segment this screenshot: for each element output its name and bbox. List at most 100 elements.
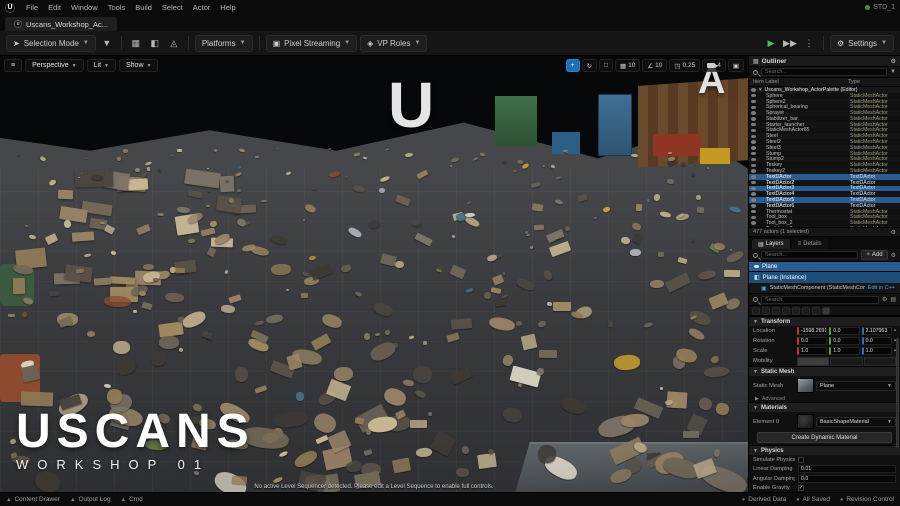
details-filter-chip[interactable] — [802, 307, 810, 315]
visibility-eye-icon[interactable] — [751, 221, 756, 225]
visibility-eye-icon[interactable] — [751, 100, 756, 104]
section-physics[interactable]: ▼ Physics — [749, 445, 900, 455]
outliner-search-input[interactable] — [761, 68, 887, 76]
platforms-dropdown[interactable]: Platforms ▼ — [195, 35, 253, 52]
x-value-field[interactable]: 1.0 — [797, 347, 827, 355]
visibility-eye-icon[interactable] — [751, 158, 756, 162]
show-dropdown[interactable]: Show ▼ — [119, 59, 158, 72]
view-mode-dropdown[interactable]: Lit ▼ — [87, 59, 116, 72]
scale-snap-toggle[interactable]: ◳0.25 — [669, 59, 700, 72]
visibility-eye-icon[interactable] — [751, 123, 756, 127]
camera-speed-button[interactable]: 4 — [702, 59, 726, 72]
create-dynamic-material-button[interactable]: Create Dynamic Material — [757, 432, 892, 443]
landscape-mode-icon[interactable]: ◧ — [147, 35, 163, 51]
visibility-eye-icon[interactable] — [751, 140, 756, 144]
details-filter-chip[interactable] — [812, 307, 820, 315]
lock-icon[interactable]: ▪ — [894, 328, 896, 334]
visibility-eye-icon[interactable] — [751, 204, 756, 208]
outliner-tree[interactable]: ▼ Uscans_Workshop_ActorPalette (Editor) … — [749, 87, 900, 227]
visibility-eye-icon[interactable] — [751, 94, 756, 98]
statusbar-item[interactable]: ▲ Output Log — [70, 496, 111, 503]
statusbar-item[interactable]: ● All Saved — [796, 496, 830, 503]
visibility-eye-icon[interactable] — [751, 152, 756, 156]
column-type[interactable]: Type — [848, 79, 896, 85]
visibility-eye-icon[interactable] — [751, 106, 756, 110]
details-filter-chip[interactable] — [772, 307, 780, 315]
settings-dropdown[interactable]: ⚙ Settings ▼ — [830, 35, 894, 52]
outliner-settings-icon[interactable]: ⚙ — [891, 58, 896, 65]
menu-item[interactable]: Select — [157, 3, 188, 12]
details-search-input[interactable] — [761, 296, 879, 304]
visibility-eye-icon[interactable] — [751, 198, 756, 202]
x-value-field[interactable]: -1598.269133 — [797, 327, 827, 335]
details-scrollbar[interactable] — [896, 338, 899, 448]
transform-label[interactable]: Rotation — [753, 338, 795, 344]
component-root-row[interactable]: ◧ Plane (Instance) — [749, 272, 900, 283]
physics-value-field[interactable]: 0.0 — [798, 475, 896, 483]
visibility-eye-icon[interactable] — [751, 111, 756, 115]
checkbox[interactable] — [798, 485, 804, 491]
details-filter-chip[interactable] — [822, 307, 830, 315]
menu-item[interactable]: Tools — [103, 3, 131, 12]
menu-item[interactable]: Actor — [188, 3, 216, 12]
layers-settings-icon[interactable]: ⚙ — [891, 252, 896, 259]
column-item-label[interactable]: Item Label — [753, 79, 848, 85]
z-value-field[interactable]: 0.0 — [862, 337, 892, 345]
visibility-eye-icon[interactable] — [751, 210, 756, 214]
frame-skip-button[interactable]: ▶▶ — [782, 35, 798, 51]
rotate-tool-icon[interactable]: ↻ — [582, 59, 597, 72]
visibility-eye-icon[interactable] — [754, 265, 759, 269]
mobility-option[interactable] — [864, 357, 896, 366]
section-transform[interactable]: ▼ Transform — [749, 316, 900, 326]
layers-search-input[interactable] — [761, 251, 858, 259]
viewport-options-button[interactable]: ≡ — [4, 59, 22, 72]
details-filter-chip[interactable] — [752, 307, 760, 315]
static-mesh-thumbnail[interactable] — [797, 378, 814, 393]
details-gear-icon[interactable]: ⚙ — [882, 296, 887, 303]
component-child-row[interactable]: ▣ StaticMeshComponent (StaticMeshCompone… — [749, 283, 900, 294]
visibility-eye-icon[interactable] — [751, 216, 756, 220]
y-value-field[interactable]: 0.0 — [829, 337, 859, 345]
tab-details[interactable]: ≡ Details — [792, 239, 828, 249]
section-materials[interactable]: ▼ Materials — [749, 402, 900, 412]
selection-mode-dropdown[interactable]: ➤ Selection Mode ▼ — [6, 35, 96, 52]
maximize-viewport-icon[interactable]: ▣ — [728, 59, 744, 72]
menu-item[interactable]: Help — [215, 3, 240, 12]
statusbar-item[interactable]: ● Derived Data — [742, 496, 786, 503]
transform-label[interactable]: Location — [753, 328, 795, 334]
add-component-button[interactable]: + Add — [861, 250, 887, 260]
visibility-eye-icon[interactable] — [751, 135, 756, 139]
checkbox[interactable] — [798, 457, 804, 463]
statusbar-item[interactable]: ▲ Content Drawer — [6, 496, 60, 503]
outliner-footer-settings-icon[interactable]: ⚙ — [891, 229, 896, 236]
transform-label[interactable]: Scale — [753, 348, 795, 354]
y-value-field[interactable]: 0.0 — [829, 327, 859, 335]
menu-item[interactable]: Build — [130, 3, 157, 12]
rotation-snap-toggle[interactable]: ∠10 — [642, 59, 667, 72]
foliage-mode-icon[interactable]: ◬ — [166, 35, 182, 51]
advanced-expander[interactable]: ▶ Advanced — [749, 395, 900, 402]
expand-caret-icon[interactable]: ▼ — [758, 87, 762, 92]
outliner-header[interactable]: ▤ Outliner ⚙ — [749, 56, 900, 67]
details-panel-icon[interactable]: ▤ — [890, 296, 896, 303]
visibility-eye-icon[interactable] — [751, 187, 756, 191]
menu-item[interactable]: Window — [66, 3, 103, 12]
visibility-eye-icon[interactable] — [751, 169, 756, 173]
pixel-streaming-dropdown[interactable]: ▣ Pixel Streaming ▼ — [266, 35, 358, 52]
vp-roles-dropdown[interactable]: ◈ VP Roles ▼ — [360, 35, 427, 52]
tab-layers[interactable]: ▤ Layers — [752, 239, 790, 249]
level-viewport[interactable]: U A ≡ Perspective ▼ Lit ▼ Show ▼ — [0, 56, 748, 492]
mobility-option[interactable] — [830, 357, 862, 366]
static-mesh-combo[interactable]: Plane ▼ — [816, 381, 896, 391]
visibility-eye-icon[interactable] — [751, 164, 756, 168]
move-tool-icon[interactable]: + — [566, 59, 580, 72]
section-static-mesh[interactable]: ▼ Static Mesh — [749, 366, 900, 376]
statusbar-item[interactable]: ▲ Cmd — [121, 496, 143, 503]
details-filter-chip[interactable] — [762, 307, 770, 315]
menu-item[interactable]: Edit — [43, 3, 66, 12]
play-button[interactable]: ▶ — [763, 35, 779, 51]
visibility-eye-icon[interactable] — [751, 146, 756, 150]
visibility-eye-icon[interactable] — [751, 175, 756, 179]
more-options-icon[interactable]: ⋮ — [801, 35, 817, 51]
z-value-field[interactable]: 1.0 — [862, 347, 892, 355]
